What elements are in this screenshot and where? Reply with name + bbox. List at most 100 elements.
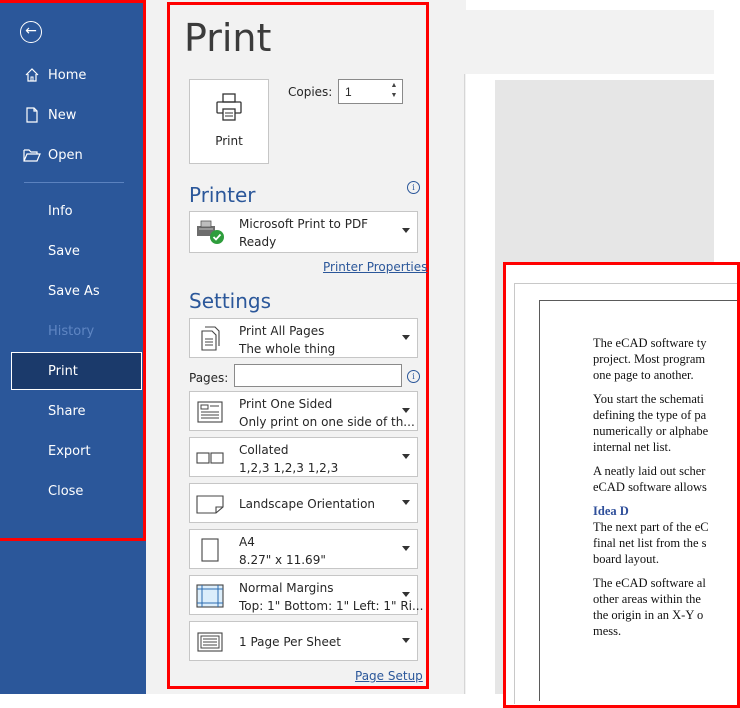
nav-item-save-as[interactable]: Save As bbox=[0, 274, 143, 308]
printer-icon bbox=[214, 92, 244, 127]
text-line: defining the type of pa bbox=[593, 408, 707, 422]
collation-value: Collated bbox=[239, 443, 289, 457]
nav-item-label: Info bbox=[48, 203, 73, 219]
sides-dropdown[interactable]: Print One Sided Only print on one side o… bbox=[189, 391, 418, 431]
text-line: The next part of the eC bbox=[593, 520, 709, 534]
nav-item-history: History bbox=[0, 314, 143, 348]
print-range-dropdown[interactable]: Print All Pages The whole thing bbox=[189, 318, 418, 358]
paper-size-dropdown[interactable]: A4 8.27" x 11.69" bbox=[189, 529, 418, 569]
nav-item-label: Share bbox=[48, 403, 86, 419]
printer-properties-link[interactable]: Printer Properties bbox=[323, 260, 427, 274]
margins-icon bbox=[195, 582, 225, 610]
print-preview-highlight-outline: The eCAD software ty project. Most progr… bbox=[503, 262, 740, 708]
nav-item-label: Export bbox=[48, 443, 91, 459]
pane-divider bbox=[464, 74, 465, 694]
page-title: Print bbox=[184, 16, 272, 60]
nav-item-new[interactable]: New bbox=[0, 98, 143, 132]
preview-document-text: The eCAD software ty project. Most progr… bbox=[593, 335, 737, 647]
nav-item-label: Save As bbox=[48, 283, 100, 299]
paper-icon bbox=[195, 536, 225, 564]
text-line: mess. bbox=[593, 624, 622, 638]
print-button[interactable]: Print bbox=[189, 79, 269, 164]
copies-value: 1 bbox=[345, 85, 352, 99]
nav-item-open[interactable]: Open bbox=[0, 138, 143, 172]
open-folder-icon bbox=[22, 148, 42, 162]
text-line: the origin in an X-Y o bbox=[593, 608, 704, 622]
copies-stepper[interactable]: 1 ▲ ▼ bbox=[338, 79, 403, 104]
preview-heading: Idea D bbox=[593, 504, 629, 518]
text-line: The eCAD software ty bbox=[593, 336, 707, 350]
paper-size-value: A4 bbox=[239, 535, 255, 549]
nav-item-home[interactable]: Home bbox=[0, 58, 143, 92]
preview-paragraph: The eCAD software al other areas within … bbox=[593, 575, 737, 639]
printer-heading: Printer bbox=[189, 183, 256, 207]
info-icon[interactable]: i bbox=[407, 370, 420, 383]
text-line: eCAD software allows bbox=[593, 480, 707, 494]
text-line: The eCAD software al bbox=[593, 576, 706, 590]
nav-item-close[interactable]: Close bbox=[0, 474, 143, 508]
orientation-dropdown[interactable]: Landscape Orientation bbox=[189, 483, 418, 523]
dropdown-arrow-icon bbox=[402, 408, 410, 413]
one-sided-icon bbox=[195, 398, 225, 426]
pages-label: Pages: bbox=[189, 371, 229, 385]
text-line: A neatly laid out scher bbox=[593, 464, 706, 478]
margins-dropdown[interactable]: Normal Margins Top: 1" Bottom: 1" Left: … bbox=[189, 575, 423, 615]
page-setup-link[interactable]: Page Setup bbox=[355, 669, 423, 683]
nav-item-label: New bbox=[48, 107, 77, 123]
landscape-icon bbox=[195, 490, 225, 518]
text-line: other areas within the bbox=[593, 592, 701, 606]
text-line: You start the schemati bbox=[593, 392, 704, 406]
collation-dropdown[interactable]: Collated 1,2,3 1,2,3 1,2,3 bbox=[189, 437, 418, 477]
new-document-icon bbox=[22, 107, 42, 123]
nav-item-label: Save bbox=[48, 243, 80, 259]
nav-item-label: Print bbox=[48, 363, 78, 379]
text-line: project. Most program bbox=[593, 352, 706, 366]
nav-item-save[interactable]: Save bbox=[0, 234, 143, 268]
printer-ready-icon bbox=[195, 218, 225, 246]
info-icon[interactable]: i bbox=[407, 181, 420, 194]
dropdown-arrow-icon bbox=[402, 592, 410, 597]
nav-divider bbox=[24, 182, 124, 183]
nav-item-export[interactable]: Export bbox=[0, 434, 143, 468]
pages-per-sheet-dropdown[interactable]: 1 Page Per Sheet bbox=[189, 621, 418, 661]
printer-dropdown[interactable]: Microsoft Print to PDF Ready bbox=[189, 211, 418, 253]
printer-status: Ready bbox=[239, 235, 277, 249]
dropdown-arrow-icon bbox=[402, 500, 410, 505]
dropdown-arrow-icon bbox=[402, 335, 410, 340]
nav-item-label: History bbox=[48, 323, 95, 339]
dropdown-arrow-icon bbox=[402, 638, 410, 643]
settings-heading: Settings bbox=[189, 289, 272, 313]
back-arrow-icon[interactable]: ← bbox=[20, 21, 42, 43]
text-line: final net list from the s bbox=[593, 536, 707, 550]
text-line: numerically or alphabe bbox=[593, 424, 709, 438]
dropdown-arrow-icon bbox=[402, 228, 410, 233]
pages-icon bbox=[195, 325, 225, 353]
preview-paragraph: A neatly laid out scher eCAD software al… bbox=[593, 463, 737, 495]
collation-description: 1,2,3 1,2,3 1,2,3 bbox=[239, 461, 339, 475]
nav-item-info[interactable]: Info bbox=[0, 194, 143, 228]
preview-paragraph: The next part of the eC final net list f… bbox=[593, 519, 737, 567]
orientation-value: Landscape Orientation bbox=[239, 497, 376, 511]
dropdown-arrow-icon bbox=[402, 546, 410, 551]
collated-icon bbox=[195, 444, 225, 472]
margins-description: Top: 1" Bottom: 1" Left: 1" Ri... bbox=[239, 599, 424, 613]
nav-item-print[interactable]: Print bbox=[11, 352, 142, 390]
sides-value: Print One Sided bbox=[239, 397, 333, 411]
paper-size-description: 8.27" x 11.69" bbox=[239, 553, 326, 567]
spin-arrows-icon[interactable]: ▲ ▼ bbox=[389, 81, 399, 101]
nav-item-share[interactable]: Share bbox=[0, 394, 143, 428]
sides-description: Only print on one side of th... bbox=[239, 415, 415, 429]
printer-name: Microsoft Print to PDF bbox=[239, 217, 369, 231]
text-line: one page to another. bbox=[593, 368, 694, 382]
pages-input[interactable] bbox=[234, 364, 402, 387]
copies-label: Copies: bbox=[288, 85, 333, 99]
preview-paragraph: You start the schemati defining the type… bbox=[593, 391, 737, 455]
print-range-value: Print All Pages bbox=[239, 324, 325, 338]
home-icon bbox=[22, 67, 42, 83]
dropdown-arrow-icon bbox=[402, 454, 410, 459]
margins-value: Normal Margins bbox=[239, 581, 334, 595]
nav-item-label: Close bbox=[48, 483, 84, 499]
page-per-sheet-icon bbox=[195, 628, 225, 656]
pages-per-sheet-value: 1 Page Per Sheet bbox=[239, 635, 341, 649]
print-button-label: Print bbox=[215, 134, 243, 148]
